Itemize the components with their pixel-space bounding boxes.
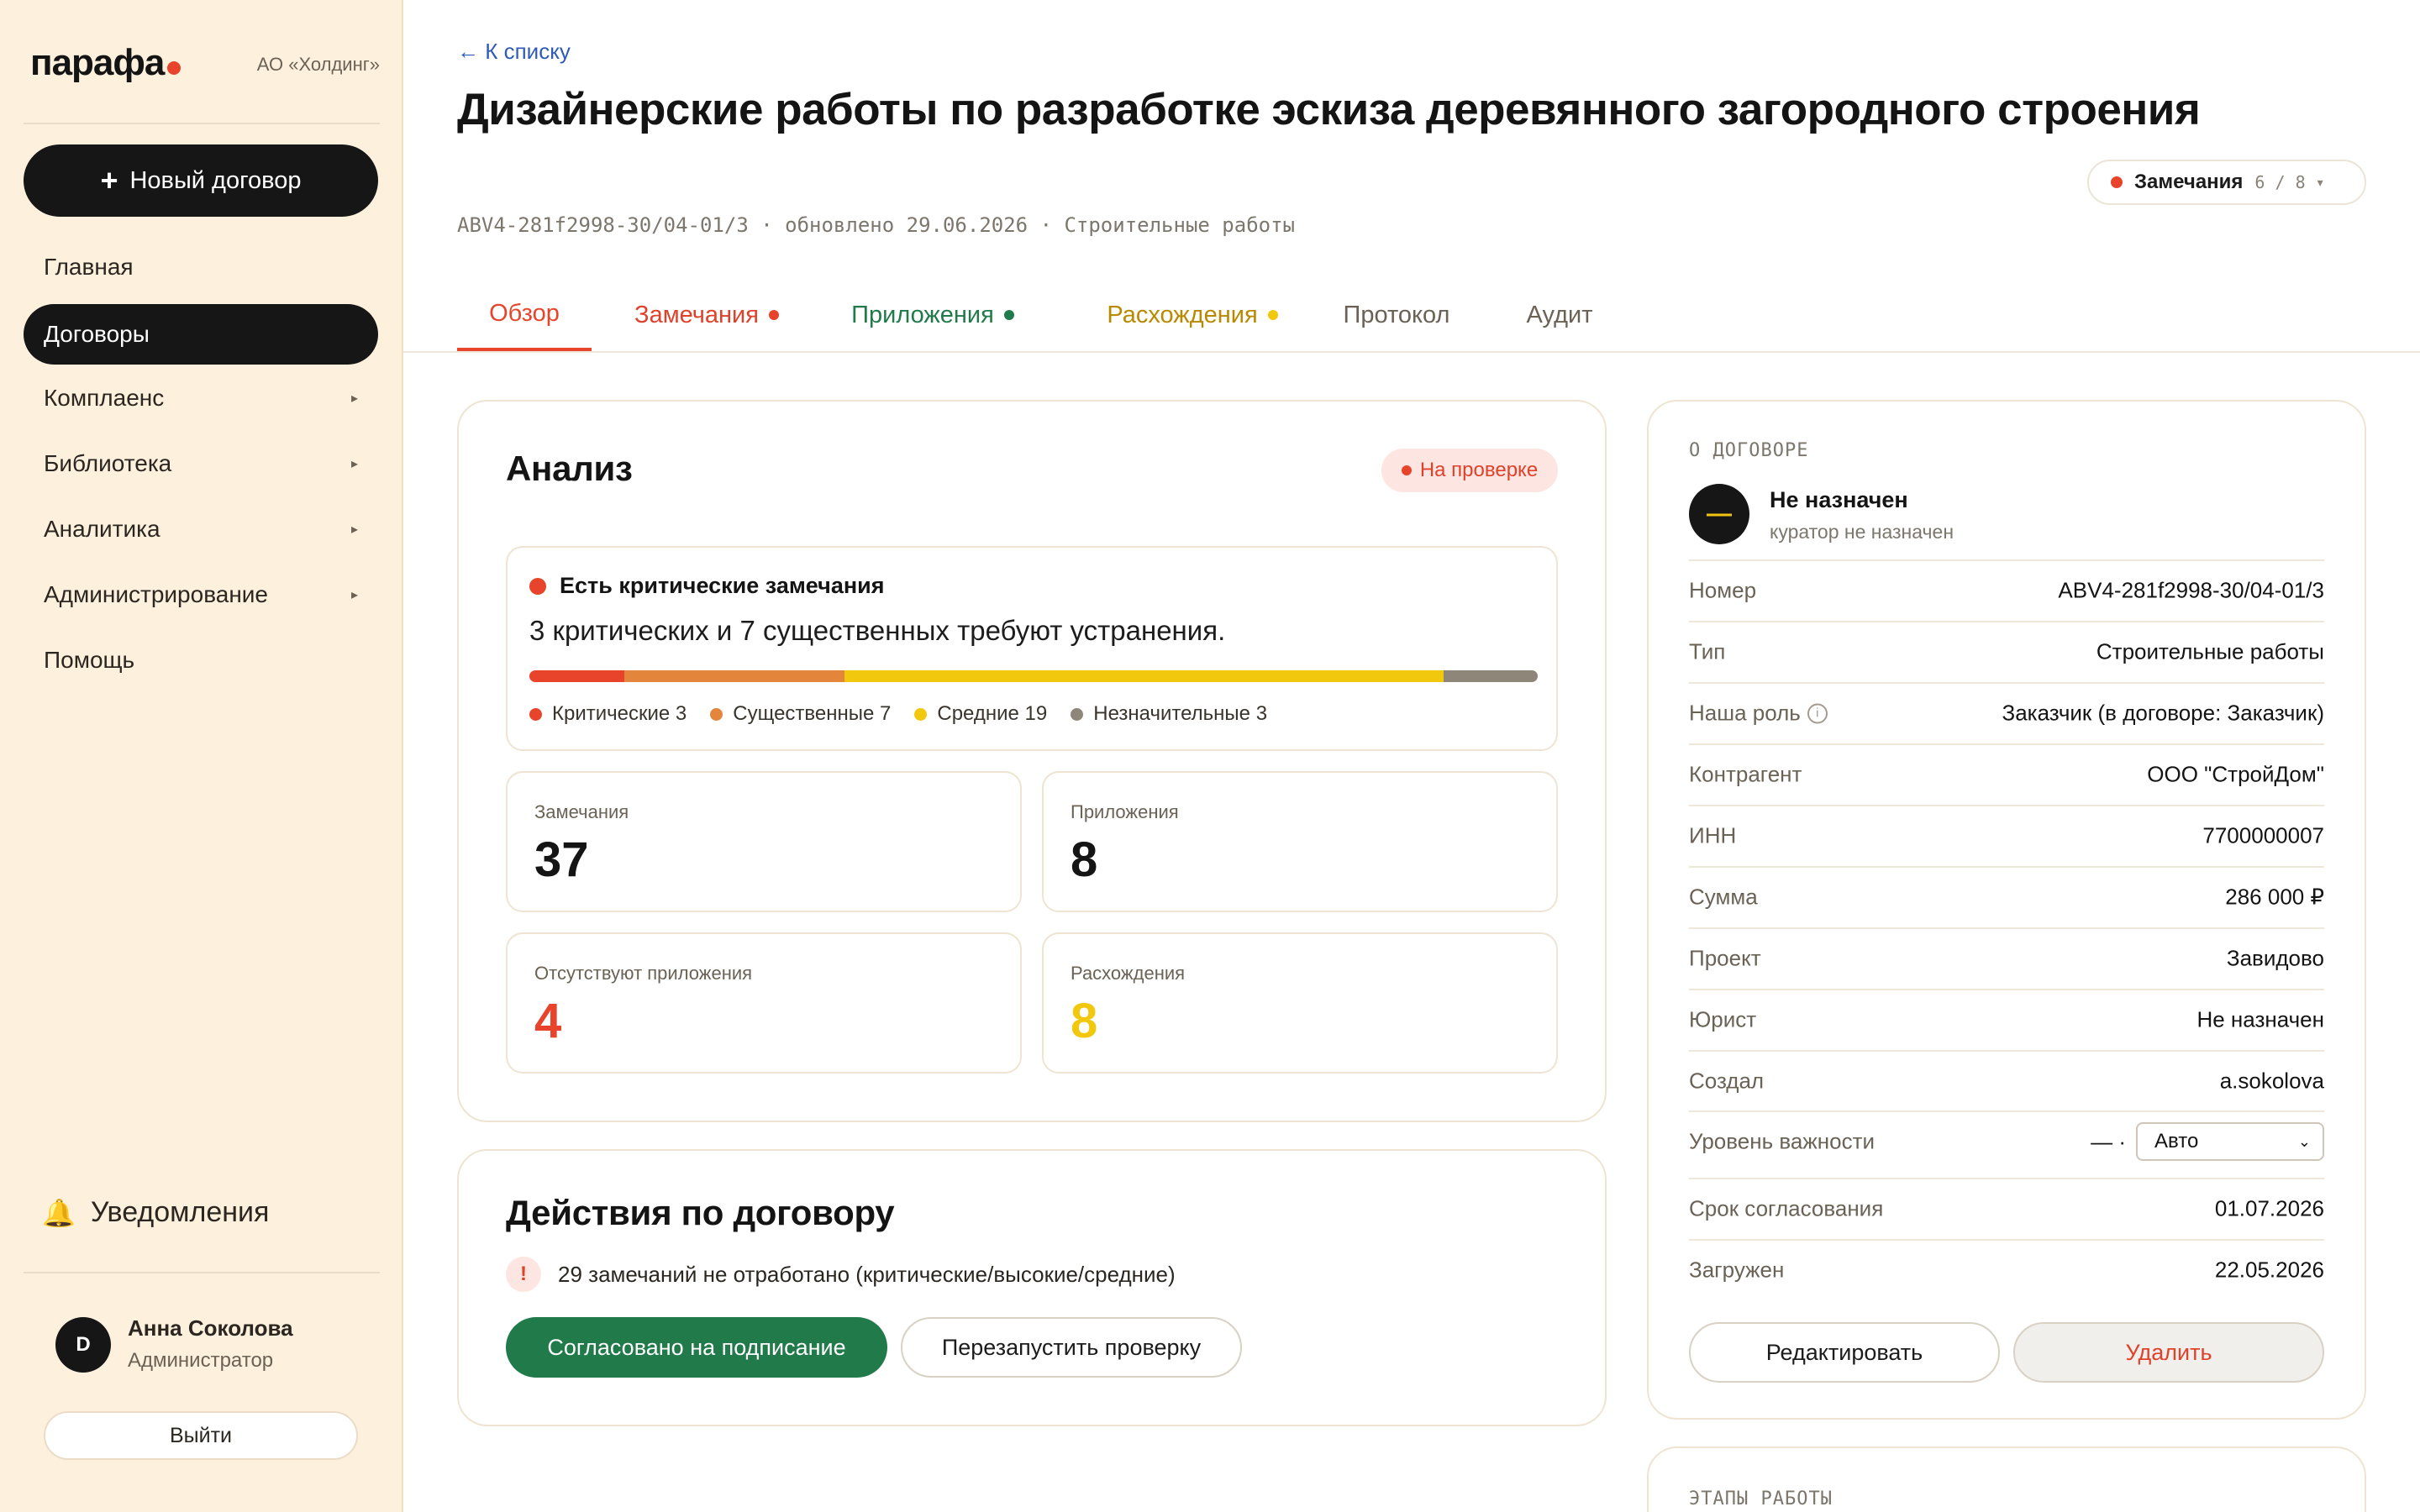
info-icon[interactable]: i bbox=[1807, 703, 1828, 723]
sidebar-item[interactable]: Комплаенс ▸ bbox=[24, 368, 378, 428]
page-title: Дизайнерские работы по разработке эскиза… bbox=[457, 85, 2201, 134]
tab[interactable]: Приложения bbox=[805, 279, 1060, 351]
alert-dot bbox=[529, 577, 546, 595]
actions-title: Действия по договору bbox=[506, 1193, 895, 1232]
user-role: Администратор bbox=[128, 1349, 274, 1372]
chevron-down-icon: ⌄ bbox=[2297, 1132, 2311, 1150]
contract-meta: ABV4-281f2998-30/04-01/3 · обновлено 29.… bbox=[457, 213, 1295, 237]
logo-row: парафа АО «Холдинг» bbox=[24, 42, 380, 92]
warning-icon: ! bbox=[506, 1257, 541, 1292]
notifications-link[interactable]: 🔔 Уведомления bbox=[42, 1196, 269, 1229]
legend-dot bbox=[1071, 707, 1084, 721]
sidebar-item[interactable]: Библиотека ▸ bbox=[24, 433, 378, 494]
info-row: Создал a.sokolova bbox=[1689, 1050, 2324, 1110]
stat-card[interactable]: Расхождения 8 bbox=[1042, 932, 1558, 1074]
severity-segment bbox=[529, 670, 624, 682]
info-row: ИНН 7700000007 bbox=[1689, 805, 2324, 865]
tab[interactable]: Замечания bbox=[613, 279, 800, 351]
info-row: Номер ABV4-281f2998-30/04-01/3 bbox=[1689, 559, 2324, 620]
severity-segment bbox=[1443, 670, 1538, 682]
restart-check-button[interactable]: Перезапустить проверку bbox=[901, 1317, 1242, 1378]
status-badge: На проверке bbox=[1381, 449, 1558, 492]
legend-dot bbox=[914, 707, 928, 721]
severity-segment bbox=[844, 670, 1444, 682]
info-row: Контрагент ООО "СтройДом" bbox=[1689, 743, 2324, 804]
alert-text: 3 критических и 7 существенных требуют у… bbox=[529, 615, 1226, 646]
legend-item: Существенные 7 bbox=[710, 702, 891, 726]
sidebar-item[interactable]: Аналитика ▸ bbox=[24, 499, 378, 559]
section-label: О ДОГОВОРЕ bbox=[1689, 440, 1809, 461]
tab[interactable]: Протокол bbox=[1328, 279, 1465, 351]
approve-button[interactable]: Согласовано на подписание bbox=[506, 1317, 887, 1378]
tab-indicator-dot bbox=[1003, 310, 1014, 320]
critical-alert: Есть критические замечания 3 критических… bbox=[506, 546, 1558, 751]
bell-icon: 🔔 bbox=[42, 1197, 76, 1228]
logo-dot bbox=[167, 61, 182, 75]
severity-segment bbox=[623, 670, 844, 682]
legend-item: Критические 3 bbox=[529, 702, 687, 726]
stat-card[interactable]: Отсутствуют приложения 4 bbox=[506, 932, 1022, 1074]
analysis-title: Анализ bbox=[506, 449, 633, 488]
logo[interactable]: парафа bbox=[30, 42, 182, 84]
severity-legend: Критические 3 Существенные 7 Средние 19 Нез… bbox=[529, 702, 1267, 726]
info-row: Срок согласования 01.07.2026 bbox=[1689, 1178, 2324, 1238]
sidebar-item[interactable]: Администрирование ▸ bbox=[24, 564, 378, 625]
stages-label: ЭТАПЫ РАБОТЫ bbox=[1689, 1488, 1833, 1509]
tabs-divider bbox=[403, 351, 2420, 353]
legend-item: Средние 19 bbox=[914, 702, 1047, 726]
info-row: Проект Завидово bbox=[1689, 927, 2324, 988]
info-row: Тип Строительные работы bbox=[1689, 621, 2324, 681]
info-row: Наша роль i Заказчик (в договоре: Заказчик… bbox=[1689, 682, 2324, 743]
org-name: АО «Холдинг» bbox=[256, 54, 380, 75]
tab-indicator-dot bbox=[1267, 310, 1278, 320]
legend-dot bbox=[710, 707, 723, 721]
severity-bar bbox=[529, 670, 1538, 682]
remarks-dropdown[interactable]: Замечания 6 / 8 ▾ bbox=[2087, 160, 2366, 205]
chevron-right-icon: ▸ bbox=[350, 522, 358, 537]
importance-select[interactable]: Авто ⌄ bbox=[2136, 1122, 2324, 1161]
info-row: Сумма 286 000 ₽ bbox=[1689, 866, 2324, 927]
sidebar-divider bbox=[24, 1272, 380, 1273]
chevron-right-icon: ▸ bbox=[350, 391, 358, 406]
sidebar-divider bbox=[24, 123, 380, 124]
status-dot bbox=[2111, 176, 2123, 188]
tab[interactable]: Аудит bbox=[1497, 279, 1622, 351]
user-name: Анна Соколова bbox=[128, 1315, 293, 1341]
avatar[interactable]: D bbox=[55, 1317, 111, 1373]
legend-item: Незначительные 3 bbox=[1071, 702, 1267, 726]
legend-dot bbox=[529, 707, 542, 721]
logout-button[interactable]: Выйти bbox=[44, 1411, 358, 1460]
sidebar-item[interactable]: Главная bbox=[24, 237, 378, 297]
info-row: Загружен 22.05.2026 bbox=[1689, 1239, 2324, 1299]
delete-button[interactable]: Удалить bbox=[2013, 1322, 2324, 1383]
chevron-right-icon: ▸ bbox=[350, 457, 358, 471]
edit-button[interactable]: Редактировать bbox=[1689, 1322, 2000, 1383]
stat-card[interactable]: Приложения 8 bbox=[1042, 771, 1558, 912]
chevron-down-icon: ▾ bbox=[2317, 175, 2323, 189]
curator-sub: куратор не назначен bbox=[1770, 521, 1954, 543]
curator-name: Не назначен bbox=[1770, 487, 1908, 512]
curator-avatar[interactable]: — bbox=[1689, 484, 1749, 544]
tab[interactable]: Расхождения bbox=[1082, 279, 1302, 351]
back-to-list-link[interactable]: ← К списку bbox=[457, 39, 571, 65]
chevron-right-icon: ▸ bbox=[350, 588, 358, 602]
tab-indicator-dot bbox=[768, 310, 779, 320]
warning-row: ! 29 замечаний не отработано (критически… bbox=[506, 1257, 1176, 1292]
new-contract-button[interactable]: + Новый договор bbox=[24, 144, 378, 217]
sidebar-item[interactable]: Помощь bbox=[24, 630, 378, 690]
stat-card[interactable]: Замечания 37 bbox=[506, 771, 1022, 912]
tab[interactable]: Обзор bbox=[457, 279, 592, 351]
sidebar-item[interactable]: Договоры bbox=[24, 304, 378, 365]
sidebar: парафа АО «Холдинг» + Новый договор Глав… bbox=[0, 0, 403, 1512]
info-row: Юрист Не назначен bbox=[1689, 989, 2324, 1049]
info-row-importance: Уровень важности — · Авто ⌄ bbox=[1689, 1110, 2324, 1171]
plus-icon: + bbox=[100, 163, 118, 197]
